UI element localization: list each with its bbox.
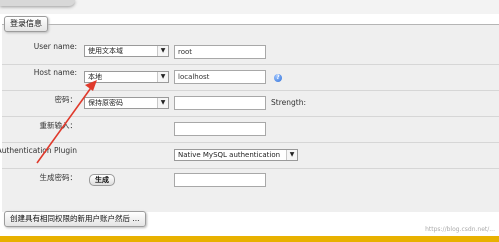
annotation-arrow-line [36,84,94,164]
annotation-arrow [36,80,97,164]
annotation-arrow-head [85,80,97,91]
